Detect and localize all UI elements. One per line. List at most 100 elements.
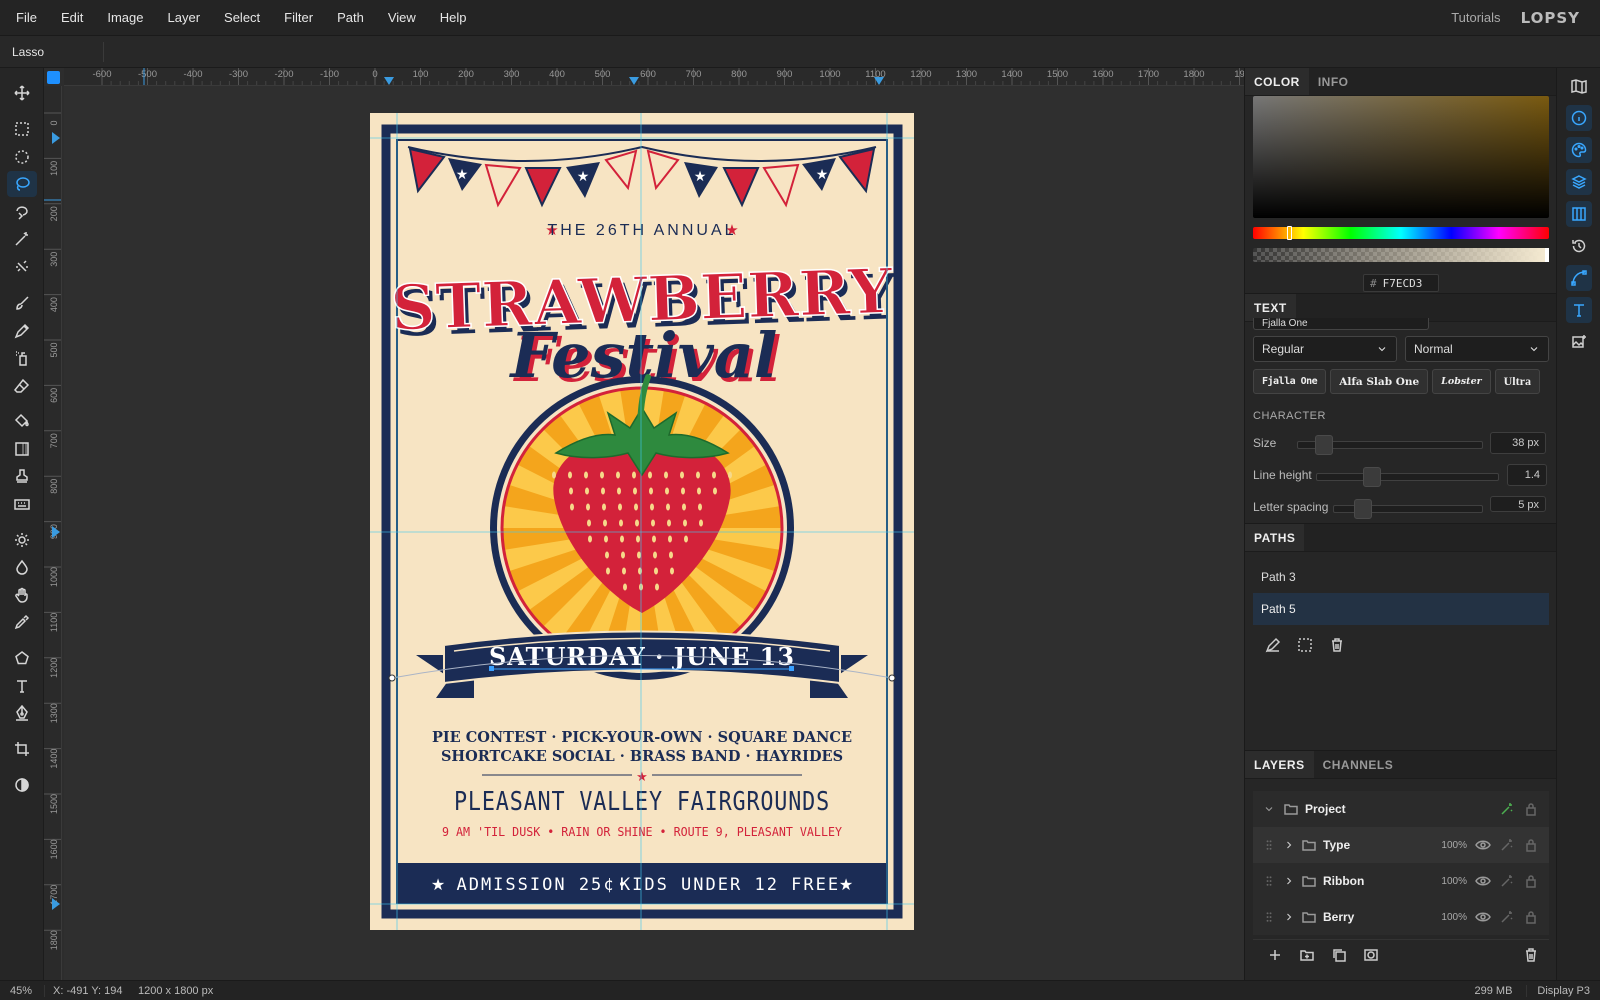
edit-path-icon[interactable] [1265,637,1281,653]
color-picker-field[interactable] [1253,96,1549,218]
tutorials-link[interactable]: Tutorials [1451,10,1500,25]
letter-spacing-input[interactable]: 5 px [1490,496,1546,512]
effects-icon[interactable] [1499,837,1515,853]
hand-tool[interactable] [7,582,37,608]
drag-handle-icon[interactable] [1263,837,1275,853]
shape-tool[interactable] [7,645,37,671]
image-button[interactable] [1566,329,1592,355]
chevron-down-icon[interactable] [1263,801,1275,817]
line-height-input[interactable]: 1.4 [1507,464,1547,486]
eyedropper-tool[interactable] [7,609,37,635]
ruler-corner[interactable] [47,71,60,84]
path-item[interactable]: Path 3 [1253,562,1549,592]
hue-slider[interactable] [1253,226,1549,240]
line-height-slider-handle[interactable] [1362,467,1381,487]
font-family-select[interactable]: Fjalla One [1253,318,1429,330]
trash-icon[interactable] [1523,947,1539,963]
ellipse-select-tool[interactable] [7,144,37,170]
guide-marker[interactable] [384,77,394,85]
layer-opacity[interactable]: 100% [1441,876,1467,887]
font-chip-lobster[interactable]: Lobster [1432,369,1491,394]
adjust-tool[interactable] [7,772,37,798]
font-chip-ultra[interactable]: Ultra [1494,369,1540,394]
brush-tool[interactable] [7,290,37,316]
menu-path[interactable]: Path [325,10,376,25]
ruler-horizontal[interactable]: -600 -500 -400 -300 -200 -100 0 100 200 300 400 500… [64,68,1244,86]
dodge-tool[interactable] [7,527,37,553]
tab-paths[interactable]: PATHS [1245,524,1305,551]
navigator-button[interactable] [1566,73,1592,99]
tab-text[interactable]: TEXT [1245,294,1296,321]
add-layer-icon[interactable] [1267,947,1283,963]
pattern-tool[interactable] [7,491,37,517]
tab-color[interactable]: COLOR [1245,68,1309,95]
magic-wand-tool[interactable] [7,226,37,252]
menu-help[interactable]: Help [428,10,479,25]
hue-slider-handle[interactable] [1287,226,1292,240]
lock-icon[interactable] [1523,837,1539,853]
ruler-vertical[interactable]: 0100200300400500600700800900100011001200… [44,86,62,980]
lasso-tool[interactable] [7,171,37,197]
hex-input[interactable]: # F7ECD3 [1363,274,1439,292]
tab-layers[interactable]: LAYERS [1245,751,1314,778]
rect-select-tool[interactable] [7,116,37,142]
spray-tool[interactable] [7,345,37,371]
path-item-selected[interactable]: Path 5 [1253,593,1549,625]
eye-icon[interactable] [1475,873,1491,889]
drag-handle-icon[interactable] [1263,909,1275,925]
quick-select-tool[interactable] [7,254,37,280]
menu-edit[interactable]: Edit [49,10,95,25]
new-group-icon[interactable] [1299,947,1315,963]
lock-icon[interactable] [1523,909,1539,925]
info-button[interactable] [1566,105,1592,131]
font-weight-select[interactable]: Regular [1253,336,1397,362]
zoom-level[interactable]: 45% [0,985,44,997]
text-button[interactable] [1566,297,1592,323]
path-to-selection-icon[interactable] [1297,637,1313,653]
chevron-right-icon[interactable] [1283,909,1295,925]
lock-icon[interactable] [1523,801,1539,817]
menu-select[interactable]: Select [212,10,272,25]
gradient-tool[interactable] [7,436,37,462]
letter-spacing-slider[interactable] [1333,499,1483,519]
tab-info[interactable]: INFO [1309,68,1358,95]
eye-icon[interactable] [1475,837,1491,853]
channels-button[interactable] [1566,201,1592,227]
crop-tool[interactable] [7,736,37,762]
layer-row-berry[interactable]: Berry 100% [1253,899,1549,935]
drag-handle-icon[interactable] [1263,873,1275,889]
size-slider-handle[interactable] [1314,435,1333,455]
size-input[interactable]: 38 px [1490,432,1546,454]
tab-channels[interactable]: CHANNELS [1314,751,1403,778]
effects-icon[interactable] [1499,909,1515,925]
size-slider[interactable] [1297,435,1483,455]
layer-opacity[interactable]: 100% [1441,912,1467,923]
pencil-tool[interactable] [7,318,37,344]
menu-view[interactable]: View [376,10,428,25]
layers-button[interactable] [1566,169,1592,195]
menu-filter[interactable]: Filter [272,10,325,25]
alpha-slider-handle[interactable] [1545,248,1549,262]
effects-icon[interactable] [1499,873,1515,889]
duplicate-icon[interactable] [1331,947,1347,963]
letter-spacing-slider-handle[interactable] [1353,499,1372,519]
menu-layer[interactable]: Layer [156,10,213,25]
chevron-right-icon[interactable] [1283,873,1295,889]
font-style-select[interactable]: Normal [1405,336,1549,362]
layer-row-ribbon[interactable]: Ribbon 100% [1253,863,1549,899]
eye-icon[interactable] [1475,909,1491,925]
guide-marker[interactable] [52,132,60,144]
trash-icon[interactable] [1329,637,1345,653]
layer-group-project[interactable]: Project [1253,791,1549,827]
canvas-area[interactable]: ★ ★ ★ ★ ★ ★ THE 26TH ANNUAL STRAWBERRY S… [64,86,1244,980]
menu-image[interactable]: Image [95,10,155,25]
fill-tool[interactable] [7,408,37,434]
guide-marker[interactable] [629,77,639,85]
eraser-tool[interactable] [7,373,37,399]
blur-tool[interactable] [7,554,37,580]
paths-button[interactable] [1566,265,1592,291]
history-button[interactable] [1566,233,1592,259]
line-height-slider[interactable] [1316,467,1499,487]
menu-file[interactable]: File [0,10,49,25]
font-chip-fjalla[interactable]: Fjalla One [1253,369,1327,394]
